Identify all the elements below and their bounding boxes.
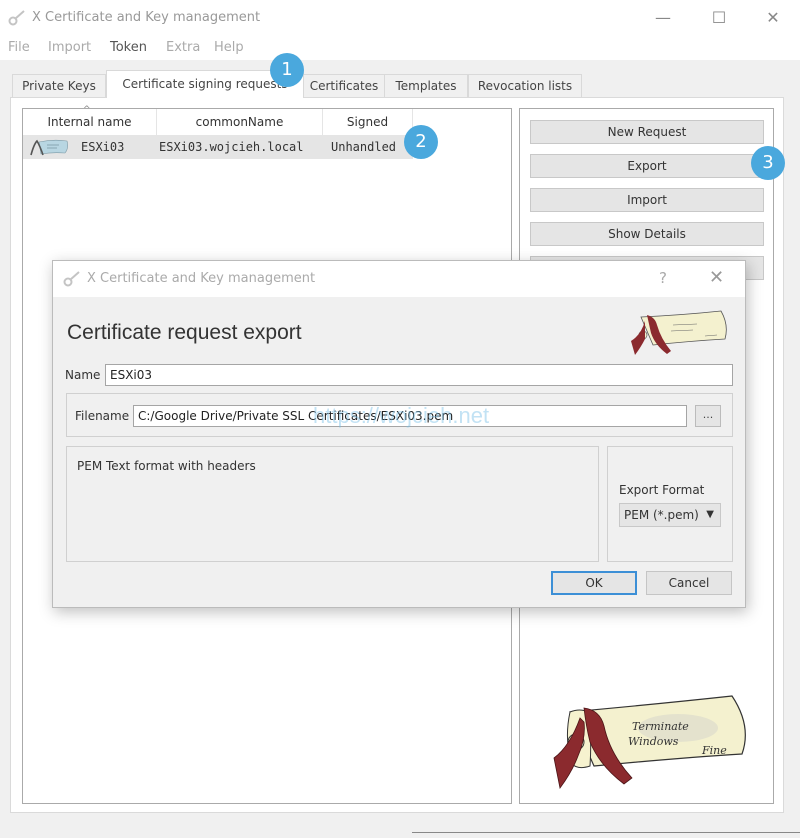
dialog-titlebar: X Certificate and Key management ? ✕ (53, 261, 745, 297)
export-format-label: Export Format (619, 483, 705, 497)
tab-certificates[interactable]: Certificates (292, 74, 396, 98)
dialog-key-icon (63, 271, 80, 287)
table-row[interactable]: ESXi03 ESXi03.wojcieh.local Unhandled (23, 135, 413, 159)
menu-import[interactable]: Import (48, 40, 91, 55)
filename-label: Filename (75, 409, 130, 423)
step-badge-1: 1 (270, 53, 304, 87)
menu-extra[interactable]: Extra (166, 40, 200, 55)
menu-token[interactable]: Token (110, 40, 147, 55)
window-titlebar: X Certificate and Key management — ☐ ✕ (0, 0, 800, 36)
dialog-scroll-logo (631, 310, 727, 355)
logo-text-line1: Terminate (632, 720, 689, 733)
menu-file[interactable]: File (8, 40, 30, 55)
step-badge-2: 2 (404, 125, 438, 159)
menu-help[interactable]: Help (214, 40, 244, 55)
cell-signed: Unhandled (331, 140, 397, 154)
window-title: X Certificate and Key management (32, 10, 261, 25)
browse-button[interactable]: ... (695, 405, 721, 427)
maximize-button[interactable]: ☐ (704, 6, 734, 30)
tab-private-keys[interactable]: Private Keys (12, 74, 106, 98)
status-strip (412, 832, 800, 838)
app-key-icon (8, 10, 25, 26)
close-button[interactable]: ✕ (758, 6, 788, 30)
export-button[interactable]: Export (530, 154, 764, 178)
xca-scroll-logo: Terminate Windows Fine (553, 695, 746, 789)
column-signed[interactable]: Signed (323, 109, 413, 135)
logo-text-line2: Windows (628, 735, 679, 748)
import-button[interactable]: Import (530, 188, 764, 212)
dialog-title: X Certificate and Key management (87, 271, 316, 286)
minimize-button[interactable]: — (648, 6, 678, 30)
help-button[interactable]: ? (659, 269, 667, 287)
csr-scroll-icon (30, 139, 68, 156)
chevron-down-icon: ▼ (706, 509, 714, 520)
column-internal-name[interactable]: Internal name (23, 109, 157, 135)
step-badge-3: 3 (751, 146, 785, 180)
new-request-button[interactable]: New Request (530, 120, 764, 144)
column-common-name[interactable]: commonName (157, 109, 323, 135)
cell-internal-name: ESXi03 (81, 140, 125, 154)
format-description: PEM Text format with headers (77, 459, 256, 473)
tab-templates[interactable]: Templates (384, 74, 468, 98)
cell-common-name: ESXi03.wojcieh.local (159, 140, 304, 154)
show-details-button[interactable]: Show Details (530, 222, 764, 246)
export-format-value: PEM (*.pem) (624, 508, 699, 522)
export-format-select[interactable]: PEM (*.pem) ▼ (619, 503, 721, 527)
tab-revocation-lists[interactable]: Revocation lists (468, 74, 582, 98)
name-input[interactable]: ESXi03 (105, 364, 733, 386)
menu-bar: File Import Token Extra Help (0, 36, 800, 60)
dialog-close-button[interactable]: ✕ (709, 267, 724, 288)
filename-input[interactable]: C:/Google Drive/Private SSL Certificates… (133, 405, 687, 427)
ok-button[interactable]: OK (551, 571, 637, 595)
dialog-heading: Certificate request export (67, 321, 302, 344)
name-label: Name (65, 368, 101, 382)
logo-text-line3: Fine (701, 744, 727, 757)
certificate-request-export-dialog: X Certificate and Key management ? ✕ Cer… (52, 260, 746, 608)
list-header: ^ Internal name commonName Signed (23, 105, 413, 135)
cancel-button[interactable]: Cancel (646, 571, 732, 595)
